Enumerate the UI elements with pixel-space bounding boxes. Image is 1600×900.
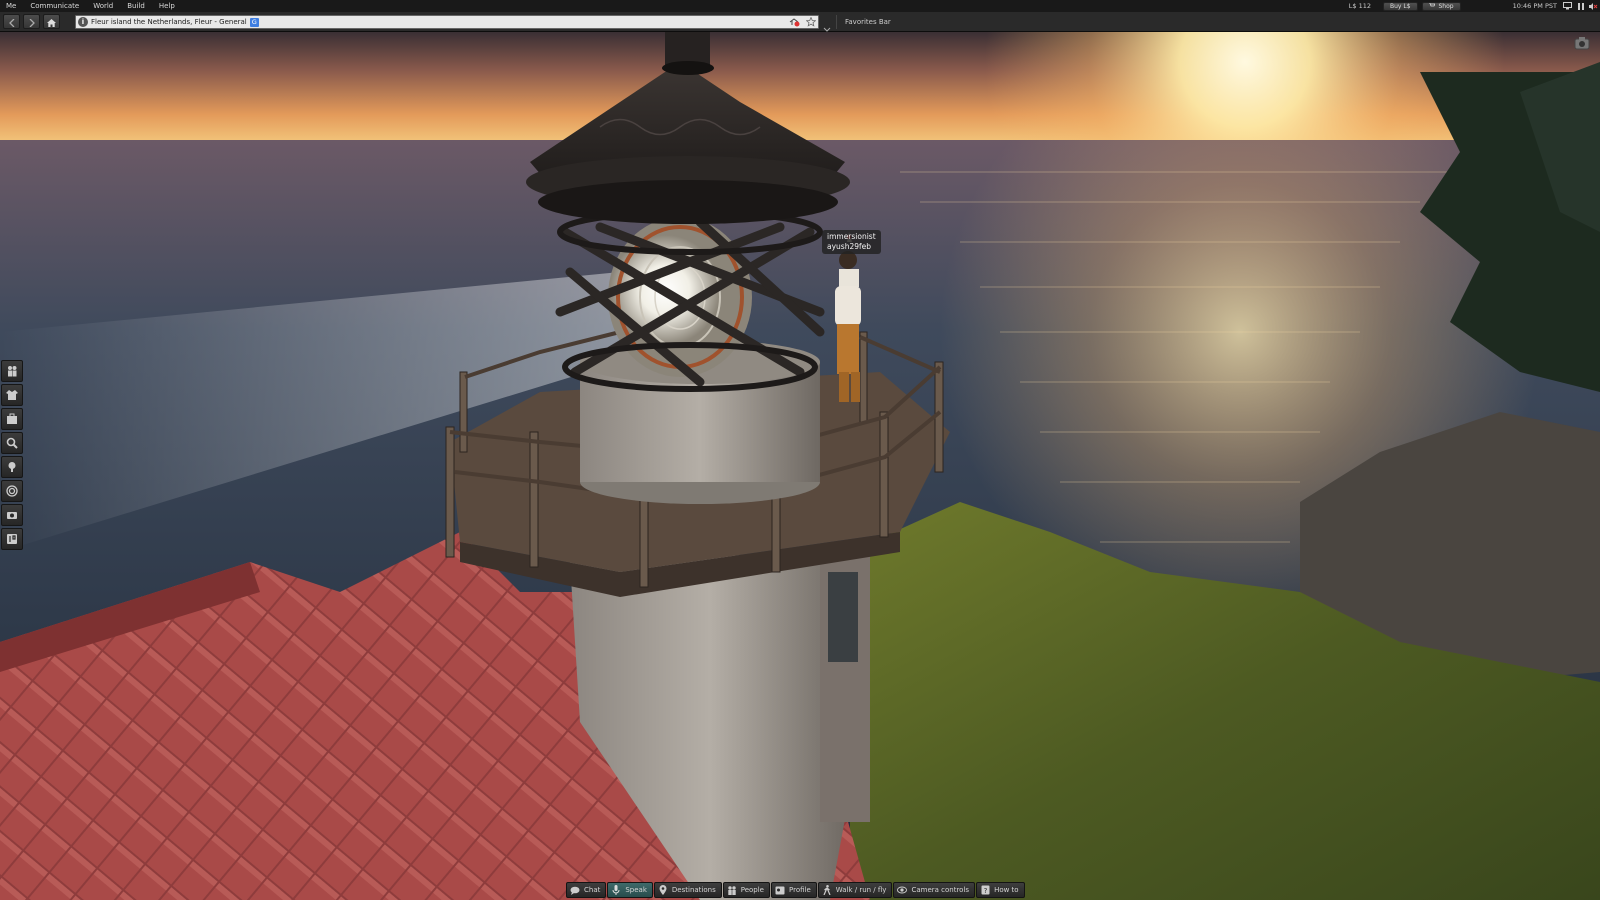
scene-render bbox=[0, 32, 1600, 900]
svg-text:?: ? bbox=[983, 887, 987, 895]
menu-build[interactable]: Build bbox=[121, 0, 153, 12]
separator bbox=[836, 15, 837, 29]
map-toolbar-button[interactable] bbox=[1, 528, 23, 550]
location-input[interactable]: i Fleur island the Netherlands, Fleur - … bbox=[75, 15, 819, 29]
back-button[interactable] bbox=[3, 14, 20, 29]
bottom-toolbar: Chat Speak Destinations People Profile W… bbox=[566, 882, 1026, 898]
info-icon[interactable]: i bbox=[78, 17, 88, 27]
how-to-button[interactable]: ? How to bbox=[976, 882, 1025, 898]
snapshot-icon bbox=[6, 506, 18, 525]
avatar-username: ayush29feb bbox=[827, 242, 872, 251]
menu-communicate[interactable]: Communicate bbox=[24, 0, 87, 12]
appearance-icon bbox=[6, 386, 18, 405]
cart-icon bbox=[1428, 2, 1437, 10]
howto-icon: ? bbox=[980, 885, 990, 895]
radar-icon bbox=[6, 482, 18, 501]
appearance-toolbar-button[interactable] bbox=[1, 384, 23, 406]
buy-currency-button[interactable]: Buy L$ bbox=[1383, 1, 1418, 11]
forward-button[interactable] bbox=[23, 14, 40, 29]
map-icon bbox=[6, 530, 18, 549]
maturity-rating-badge: G bbox=[249, 17, 259, 27]
chat-button[interactable]: Chat bbox=[566, 882, 607, 898]
chat-label: Chat bbox=[584, 886, 601, 894]
chat-icon bbox=[570, 885, 580, 895]
camera-icon bbox=[897, 885, 908, 895]
inventory-toolbar-button[interactable] bbox=[1, 408, 23, 430]
walk-label: Walk / run / fly bbox=[835, 886, 887, 894]
location-icons bbox=[789, 16, 817, 29]
camera-label: Camera controls bbox=[911, 886, 970, 894]
shop-button[interactable]: Shop bbox=[1421, 1, 1461, 11]
places-toolbar-button[interactable] bbox=[1, 456, 23, 478]
places-icon bbox=[6, 458, 18, 477]
search-icon bbox=[6, 434, 18, 453]
microphone-icon bbox=[611, 885, 621, 895]
search-toolbar-button[interactable] bbox=[1, 432, 23, 454]
chevron-left-icon bbox=[8, 12, 15, 31]
volume-muted-icon[interactable] bbox=[1589, 2, 1598, 10]
status-area: L$ 112 Buy L$ Shop 10:46 PM PST bbox=[1349, 0, 1600, 12]
destinations-button[interactable]: Destinations bbox=[653, 882, 722, 898]
people-icon bbox=[727, 885, 737, 895]
menu-me[interactable]: Me bbox=[0, 0, 24, 12]
monitor-icon[interactable] bbox=[1563, 2, 1572, 10]
people-icon bbox=[6, 362, 18, 381]
favorite-star-icon[interactable] bbox=[805, 16, 817, 29]
how-to-label: How to bbox=[994, 886, 1019, 894]
people-button[interactable]: People bbox=[722, 882, 770, 898]
home-icon bbox=[47, 12, 56, 31]
clock: 10:46 PM PST bbox=[1512, 2, 1557, 10]
snapshot-toolbar-button[interactable] bbox=[1, 504, 23, 526]
snapshot-corner-icon[interactable] bbox=[1574, 36, 1592, 50]
radar-toolbar-button[interactable] bbox=[1, 480, 23, 502]
speak-label: Speak bbox=[625, 886, 647, 894]
camera-controls-button[interactable]: Camera controls bbox=[893, 882, 976, 898]
shop-label: Shop bbox=[1438, 2, 1454, 10]
avatar-name-tag[interactable]: immersionist ayush29feb bbox=[822, 230, 881, 254]
people-toolbar-button[interactable] bbox=[1, 360, 23, 382]
left-toolbar bbox=[1, 360, 24, 552]
profile-icon bbox=[775, 885, 785, 895]
destinations-icon bbox=[658, 885, 668, 895]
inventory-icon bbox=[6, 410, 18, 429]
home-button[interactable] bbox=[43, 14, 60, 29]
menu-bar: Me Communicate World Build Help L$ 112 B… bbox=[0, 0, 1600, 12]
chevron-right-icon bbox=[29, 12, 35, 31]
profile-label: Profile bbox=[789, 886, 811, 894]
avatar-display-name: immersionist bbox=[827, 232, 876, 241]
profile-button[interactable]: Profile bbox=[771, 882, 817, 898]
walk-icon bbox=[822, 885, 832, 895]
no-fly-icon bbox=[789, 17, 800, 29]
menu-world[interactable]: World bbox=[87, 0, 121, 12]
people-label: People bbox=[740, 886, 764, 894]
speak-button[interactable]: Speak bbox=[607, 882, 653, 898]
balance-display[interactable]: L$ 112 bbox=[1349, 2, 1371, 10]
destinations-label: Destinations bbox=[671, 886, 716, 894]
navigation-bar: i Fleur island the Netherlands, Fleur - … bbox=[0, 12, 1600, 32]
location-text: Fleur island the Netherlands, Fleur - Ge… bbox=[91, 18, 247, 26]
menu-help[interactable]: Help bbox=[153, 0, 183, 12]
world-viewport[interactable]: immersionist ayush29feb bbox=[0, 32, 1600, 900]
walk-run-fly-button[interactable]: Walk / run / fly bbox=[817, 882, 893, 898]
location-dropdown-icon[interactable] bbox=[823, 18, 831, 32]
favorites-bar[interactable]: Favorites Bar bbox=[845, 12, 891, 32]
pause-icon[interactable] bbox=[1576, 2, 1585, 10]
